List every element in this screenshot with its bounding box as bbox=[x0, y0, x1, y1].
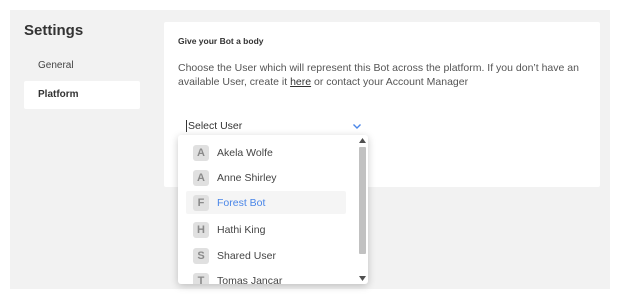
scroll-up-arrow-icon[interactable] bbox=[357, 135, 368, 146]
user-initial-avatar: S bbox=[193, 247, 209, 264]
user-initial-avatar: T bbox=[193, 272, 209, 284]
list-item[interactable]: T Tomas Jancar bbox=[186, 269, 346, 284]
create-user-link[interactable]: here bbox=[290, 76, 311, 88]
sidebar-title: Settings bbox=[24, 22, 84, 39]
user-initial-avatar: A bbox=[193, 169, 209, 186]
option-label: Anne Shirley bbox=[217, 171, 277, 184]
list-item[interactable]: A Akela Wolfe bbox=[186, 141, 346, 164]
user-initial-avatar: A bbox=[193, 144, 209, 161]
chevron-down-icon[interactable] bbox=[350, 119, 364, 133]
option-label: Akela Wolfe bbox=[217, 146, 273, 159]
dropdown-scrollbar[interactable] bbox=[357, 135, 368, 284]
list-item[interactable]: H Hathi King bbox=[186, 218, 346, 241]
sidebar-item-platform[interactable]: Platform bbox=[24, 81, 140, 109]
scrollbar-thumb[interactable] bbox=[359, 147, 366, 254]
option-label: Tomas Jancar bbox=[217, 274, 283, 285]
card-description: Choose the User which will represent thi… bbox=[178, 61, 596, 89]
card-title: Give your Bot a body bbox=[178, 36, 264, 46]
list-item[interactable]: S Shared User bbox=[186, 244, 346, 267]
sidebar-item-general[interactable]: General bbox=[24, 52, 140, 80]
option-label: Forest Bot bbox=[217, 196, 266, 209]
option-label: Hathi King bbox=[217, 223, 266, 236]
text-caret bbox=[186, 120, 187, 132]
option-label: Shared User bbox=[217, 249, 276, 262]
user-initial-avatar: F bbox=[193, 194, 209, 211]
list-item[interactable]: A Anne Shirley bbox=[186, 166, 346, 189]
list-item-highlighted[interactable]: F Forest Bot bbox=[186, 191, 346, 214]
user-select-placeholder: Select User bbox=[188, 120, 243, 132]
user-initial-avatar: H bbox=[193, 221, 209, 238]
scroll-down-arrow-icon[interactable] bbox=[357, 273, 368, 284]
user-dropdown: A Akela Wolfe A Anne Shirley F Forest Bo… bbox=[178, 135, 368, 284]
user-select[interactable]: Select User bbox=[186, 117, 364, 137]
description-text-end: or contact your Account Manager bbox=[311, 76, 469, 88]
